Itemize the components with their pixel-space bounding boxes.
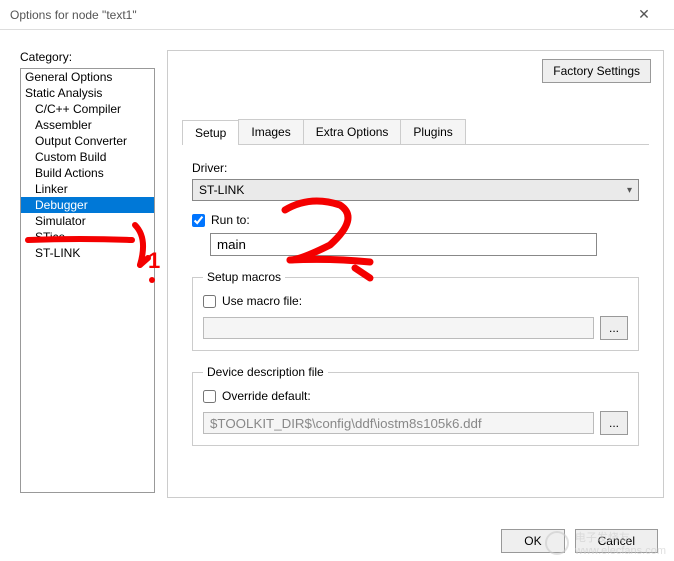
ddf-legend: Device description file bbox=[203, 365, 328, 379]
category-item[interactable]: ST-LINK bbox=[21, 245, 154, 261]
tab[interactable]: Setup bbox=[182, 120, 239, 145]
category-item[interactable]: STice bbox=[21, 229, 154, 245]
category-item[interactable]: Linker bbox=[21, 181, 154, 197]
tab[interactable]: Extra Options bbox=[303, 119, 402, 144]
category-item[interactable]: Assembler bbox=[21, 117, 154, 133]
dialog-footer: OK Cancel bbox=[501, 529, 658, 553]
window-title: Options for node "text1" bbox=[10, 8, 624, 22]
setup-macros-group: Setup macros Use macro file: ... bbox=[192, 270, 639, 351]
macro-file-input[interactable] bbox=[203, 317, 594, 339]
category-item[interactable]: Custom Build bbox=[21, 149, 154, 165]
ellipsis-icon: ... bbox=[609, 321, 619, 335]
runto-input[interactable] bbox=[210, 233, 597, 256]
category-item[interactable]: Simulator bbox=[21, 213, 154, 229]
category-item[interactable]: C/C++ Compiler bbox=[21, 101, 154, 117]
override-label: Override default: bbox=[222, 389, 311, 403]
close-button[interactable]: ✕ bbox=[624, 0, 664, 30]
ddf-browse-button[interactable]: ... bbox=[600, 411, 628, 435]
cancel-button[interactable]: Cancel bbox=[575, 529, 658, 553]
driver-value: ST-LINK bbox=[199, 183, 244, 197]
ellipsis-icon: ... bbox=[609, 416, 619, 430]
titlebar: Options for node "text1" ✕ bbox=[0, 0, 674, 30]
override-checkbox[interactable] bbox=[203, 390, 216, 403]
chevron-down-icon: ▾ bbox=[627, 185, 632, 196]
setup-macros-legend: Setup macros bbox=[203, 270, 285, 284]
runto-label: Run to: bbox=[211, 213, 250, 227]
settings-panel: Factory Settings SetupImagesExtra Option… bbox=[167, 50, 664, 498]
use-macro-checkbox[interactable] bbox=[203, 295, 216, 308]
category-label: Category: bbox=[20, 50, 155, 64]
close-icon: ✕ bbox=[638, 6, 650, 23]
category-panel: Category: General OptionsStatic Analysis… bbox=[20, 50, 155, 511]
category-item[interactable]: General Options bbox=[21, 69, 154, 85]
category-item[interactable]: Static Analysis bbox=[21, 85, 154, 101]
factory-settings-button[interactable]: Factory Settings bbox=[542, 59, 651, 83]
category-item[interactable]: Build Actions bbox=[21, 165, 154, 181]
tab[interactable]: Plugins bbox=[400, 119, 465, 144]
runto-row: Run to: bbox=[192, 213, 639, 227]
driver-select[interactable]: ST-LINK ▾ bbox=[192, 179, 639, 201]
runto-checkbox[interactable] bbox=[192, 214, 205, 227]
ok-button[interactable]: OK bbox=[501, 529, 564, 553]
tab-bar: SetupImagesExtra OptionsPlugins bbox=[182, 119, 649, 145]
category-list[interactable]: General OptionsStatic AnalysisC/C++ Comp… bbox=[20, 68, 155, 493]
macro-browse-button[interactable]: ... bbox=[600, 316, 628, 340]
tab-content-setup: Driver: ST-LINK ▾ Run to: Setup macros U… bbox=[182, 145, 649, 456]
category-item[interactable]: Output Converter bbox=[21, 133, 154, 149]
tab[interactable]: Images bbox=[238, 119, 303, 144]
dialog-body: Category: General OptionsStatic Analysis… bbox=[0, 30, 674, 521]
ddf-file-input bbox=[203, 412, 594, 434]
category-item[interactable]: Debugger bbox=[21, 197, 154, 213]
driver-label: Driver: bbox=[192, 161, 639, 175]
ddf-group: Device description file Override default… bbox=[192, 365, 639, 446]
use-macro-label: Use macro file: bbox=[222, 294, 302, 308]
